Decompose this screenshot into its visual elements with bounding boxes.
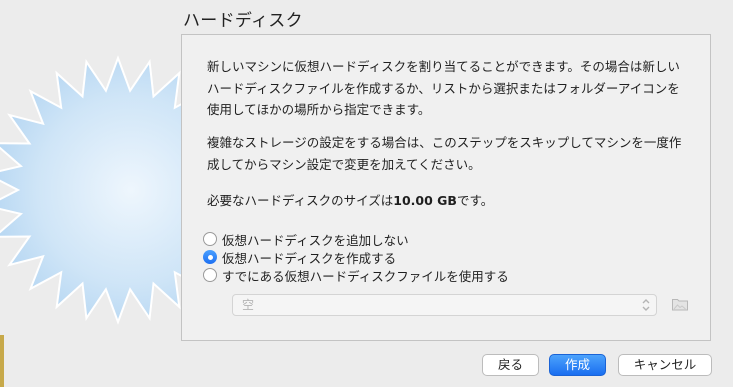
disk-select-value: 空 bbox=[242, 298, 255, 312]
radio-button[interactable] bbox=[203, 250, 217, 264]
description-paragraph: 新しいマシンに仮想ハードディスクを割り当てることができます。その場合は新しいハー… bbox=[207, 59, 680, 117]
advanced-note-paragraph: 複雑なストレージの設定をする場合は、このステップをスキップしてマシンを一度作成し… bbox=[207, 135, 682, 172]
radio-button[interactable] bbox=[203, 232, 217, 246]
option-label: 仮想ハードディスクを追加しない bbox=[222, 232, 409, 248]
option-label: すでにある仮想ハードディスクファイルを使用する bbox=[222, 268, 509, 284]
back-button[interactable]: 戻る bbox=[482, 354, 539, 376]
folder-icon[interactable] bbox=[671, 296, 689, 312]
option-create-disk[interactable]: 仮想ハードディスクを作成する bbox=[203, 248, 396, 266]
left-edge-sliver bbox=[0, 335, 4, 387]
chevron-updown-icon bbox=[642, 299, 650, 311]
option-use-existing-disk[interactable]: すでにある仮想ハードディスクファイルを使用する bbox=[203, 266, 509, 284]
page-title: ハードディスク bbox=[183, 11, 303, 31]
option-no-disk[interactable]: 仮想ハードディスクを追加しない bbox=[203, 230, 409, 248]
disk-file-select[interactable]: 空 bbox=[232, 294, 657, 316]
size-value: 10.00 GB bbox=[393, 193, 457, 208]
content-panel: 新しいマシンに仮想ハードディスクを割り当てることができます。その場合は新しいハー… bbox=[181, 34, 711, 341]
required-size-text: 必要なハードディスクのサイズは10.00 GBです。 bbox=[207, 190, 692, 212]
size-suffix: です。 bbox=[456, 193, 494, 208]
radio-button[interactable] bbox=[203, 268, 217, 282]
option-label: 仮想ハードディスクを作成する bbox=[222, 250, 397, 266]
cancel-button[interactable]: キャンセル bbox=[618, 354, 712, 376]
size-prefix: 必要なハードディスクのサイズは bbox=[207, 193, 394, 208]
create-button[interactable]: 作成 bbox=[549, 354, 606, 376]
